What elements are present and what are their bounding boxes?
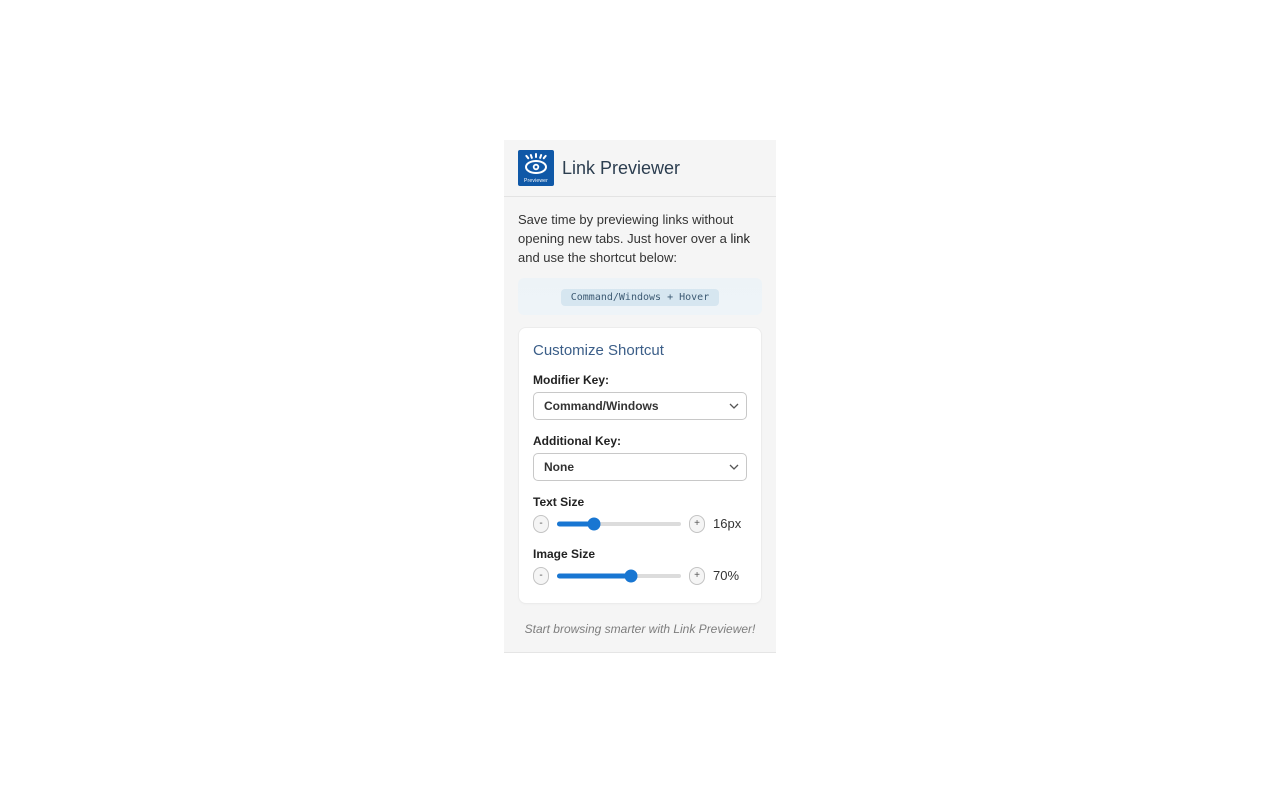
image-size-plus-button[interactable]: +	[689, 567, 705, 585]
modifier-key-label: Modifier Key:	[533, 373, 747, 387]
additional-key-select[interactable]: None	[533, 453, 747, 481]
description-part-1: Save time by previewing links without op…	[518, 212, 733, 246]
text-size-slider[interactable]	[557, 517, 681, 531]
text-size-label: Text Size	[533, 495, 747, 509]
shortcut-pill: Command/Windows + Hover	[561, 289, 719, 306]
modifier-key-group: Modifier Key: Command/Windows	[533, 373, 747, 420]
extension-popup: Previewer Link Previewer Save time by pr…	[504, 140, 776, 653]
footer-tagline: Start browsing smarter with Link Preview…	[504, 618, 776, 652]
additional-key-label: Additional Key:	[533, 434, 747, 448]
description-link-word[interactable]: link	[730, 231, 750, 246]
modifier-key-select[interactable]: Command/Windows	[533, 392, 747, 420]
app-logo-text: Previewer	[524, 179, 548, 184]
additional-key-group: Additional Key: None	[533, 434, 747, 481]
slider-thumb[interactable]	[588, 517, 601, 530]
description-text: Save time by previewing links without op…	[504, 197, 776, 278]
image-size-label: Image Size	[533, 547, 747, 561]
image-size-value: 70%	[713, 568, 747, 583]
shortcut-display: Command/Windows + Hover	[518, 278, 762, 315]
app-logo-icon: Previewer	[518, 150, 554, 186]
image-size-group: Image Size - + 70%	[533, 547, 747, 585]
header: Previewer Link Previewer	[504, 140, 776, 197]
description-part-2: and use the shortcut below:	[518, 250, 677, 265]
slider-thumb[interactable]	[625, 569, 638, 582]
customize-shortcut-title: Customize Shortcut	[533, 342, 747, 359]
text-size-value: 16px	[713, 516, 747, 531]
text-size-plus-button[interactable]: +	[689, 515, 705, 533]
app-title: Link Previewer	[562, 158, 680, 179]
text-size-group: Text Size - + 16px	[533, 495, 747, 533]
customize-shortcut-card: Customize Shortcut Modifier Key: Command…	[518, 327, 762, 604]
image-size-slider[interactable]	[557, 569, 681, 583]
slider-fill	[557, 573, 631, 578]
text-size-minus-button[interactable]: -	[533, 515, 549, 533]
image-size-minus-button[interactable]: -	[533, 567, 549, 585]
